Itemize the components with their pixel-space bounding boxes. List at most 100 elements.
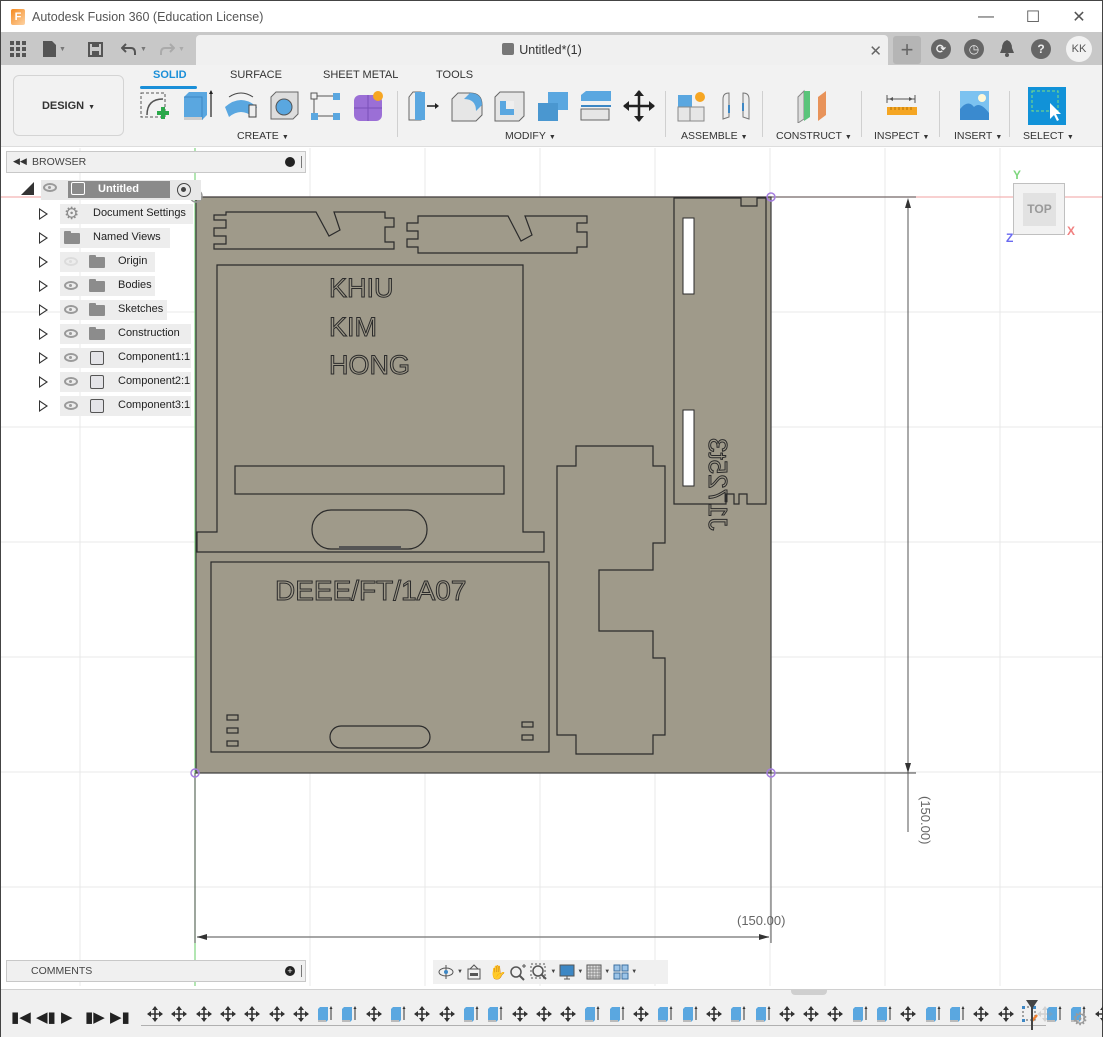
timeline-feature-move[interactable] — [971, 1004, 991, 1024]
timeline-feature-move[interactable] — [777, 1004, 797, 1024]
help-icon[interactable]: ? — [1031, 39, 1051, 59]
add-comment-icon[interactable]: + — [285, 966, 295, 976]
create-form-button[interactable] — [352, 89, 386, 123]
measure-button[interactable] — [885, 89, 919, 123]
assemble-menu[interactable]: ASSEMBLE ▼ — [681, 130, 748, 142]
visibility-eye-icon[interactable] — [64, 401, 78, 410]
construct-menu[interactable]: CONSTRUCT ▼ — [776, 130, 852, 142]
expand-triangle-icon[interactable] — [39, 256, 48, 268]
fit-button[interactable]: ▼ — [530, 962, 556, 982]
select-menu[interactable]: SELECT ▼ — [1023, 130, 1074, 142]
user-avatar[interactable]: KK — [1066, 36, 1092, 62]
minimize-panel-icon[interactable] — [285, 157, 295, 167]
job-status-clock-icon[interactable]: ◷ — [964, 39, 984, 59]
expand-triangle-icon[interactable] — [39, 400, 48, 412]
timeline-feature-extrude[interactable] — [485, 1004, 505, 1024]
save-button[interactable] — [88, 38, 103, 60]
timeline-feature-extrude[interactable] — [655, 1004, 675, 1024]
collapse-panel-icon[interactable]: ◀◀ — [13, 156, 27, 167]
fillet-button[interactable] — [450, 89, 484, 123]
timeline-feature-extrude[interactable] — [582, 1004, 602, 1024]
inspect-menu[interactable]: INSPECT ▼ — [874, 130, 929, 142]
visibility-eye-icon[interactable] — [64, 305, 78, 314]
timeline-settings-gear-icon[interactable]: ⚙ — [1072, 1009, 1088, 1030]
step-forward-button[interactable]: ▮▶ — [85, 1008, 105, 1026]
visibility-eye-icon[interactable] — [64, 281, 78, 290]
timeline-feature-extrude[interactable] — [607, 1004, 627, 1024]
timeline-playhead-marker[interactable] — [1026, 1000, 1038, 1030]
timeline-feature-move[interactable] — [242, 1004, 262, 1024]
horizontal-dimension-value[interactable]: (150.00) — [737, 913, 785, 928]
pattern-button[interactable] — [309, 89, 343, 123]
timeline-feature-move[interactable] — [169, 1004, 189, 1024]
timeline-feature-move[interactable] — [291, 1004, 311, 1024]
press-pull-button[interactable] — [407, 89, 441, 123]
visibility-eye-icon[interactable] — [43, 183, 57, 192]
display-settings-button[interactable]: ▼ — [559, 962, 583, 982]
visibility-eye-icon[interactable] — [64, 353, 78, 362]
create-sketch-button[interactable] — [139, 89, 173, 123]
expand-triangle-icon[interactable] — [39, 208, 48, 220]
minimize-button[interactable]: — — [963, 1, 1009, 32]
new-tab-plus-icon[interactable]: + — [893, 36, 921, 64]
timeline-feature-move[interactable] — [898, 1004, 918, 1024]
move-copy-button[interactable] — [622, 89, 656, 123]
timeline-resize-handle[interactable] — [791, 989, 827, 995]
undo-button[interactable]: ▼ — [121, 38, 147, 60]
timeline-feature-extrude[interactable] — [947, 1004, 967, 1024]
expand-triangle-icon[interactable] — [39, 352, 48, 364]
play-button[interactable]: ▶ — [61, 1008, 73, 1026]
timeline-feature-move[interactable] — [267, 1004, 287, 1024]
expand-triangle-icon[interactable] — [39, 280, 48, 292]
timeline-feature-move[interactable] — [631, 1004, 651, 1024]
step-back-button[interactable]: ◀▮ — [36, 1008, 56, 1026]
look-at-button[interactable] — [466, 962, 482, 982]
tab-sheet-metal[interactable]: SHEET METAL — [323, 69, 398, 81]
offset-plane-button[interactable] — [796, 89, 830, 124]
panel-grip-handle[interactable] — [301, 156, 302, 168]
timeline-feature-move[interactable] — [437, 1004, 457, 1024]
data-panel-grid-icon[interactable] — [10, 38, 26, 60]
timeline-feature-move[interactable] — [364, 1004, 384, 1024]
pan-button[interactable]: ✋ — [489, 962, 506, 982]
timeline-feature-move[interactable] — [558, 1004, 578, 1024]
timeline-feature-extrude[interactable] — [315, 1004, 335, 1024]
visibility-eye-icon[interactable] — [64, 329, 78, 338]
workspace-switcher[interactable]: DESIGN ▼ — [13, 75, 124, 136]
tab-surface[interactable]: SURFACE — [230, 69, 282, 81]
viewcube[interactable]: TOP — [1013, 183, 1065, 235]
timeline-feature-move[interactable] — [801, 1004, 821, 1024]
shell-button[interactable] — [493, 89, 527, 123]
notifications-bell-icon[interactable] — [999, 37, 1015, 59]
timeline-feature-extrude[interactable] — [728, 1004, 748, 1024]
joint-button[interactable] — [719, 89, 753, 123]
expand-triangle-icon[interactable] — [39, 328, 48, 340]
timeline-feature-move[interactable] — [510, 1004, 530, 1024]
zoom-button[interactable] — [509, 962, 527, 982]
collapse-triangle-icon[interactable] — [21, 182, 34, 195]
timeline-feature-move[interactable] — [1093, 1004, 1103, 1024]
visibility-eye-icon[interactable] — [64, 377, 78, 386]
insert-canvas-button[interactable] — [958, 89, 992, 123]
comments-panel-header[interactable]: COMMENTS + — [6, 960, 306, 982]
expand-triangle-icon[interactable] — [39, 376, 48, 388]
split-body-button[interactable] — [579, 89, 613, 123]
browser-panel-header[interactable]: ◀◀ BROWSER — [6, 151, 306, 173]
tab-tools[interactable]: TOOLS — [436, 69, 473, 81]
grid-settings-button[interactable]: ▼ — [586, 962, 610, 982]
viewports-button[interactable]: ▼ — [613, 962, 637, 982]
timeline-feature-extrude[interactable] — [850, 1004, 870, 1024]
timeline-feature-extrude[interactable] — [339, 1004, 359, 1024]
combine-button[interactable] — [536, 89, 570, 123]
timeline-feature-extrude[interactable] — [680, 1004, 700, 1024]
timeline-feature-move[interactable] — [825, 1004, 845, 1024]
timeline-feature-move[interactable] — [145, 1004, 165, 1024]
tab-solid[interactable]: SOLID — [153, 69, 187, 81]
go-to-end-button[interactable]: ▶▮ — [110, 1008, 130, 1026]
close-button[interactable]: ✕ — [1056, 1, 1102, 32]
expand-triangle-icon[interactable] — [39, 232, 48, 244]
viewcube-face-top[interactable]: TOP — [1023, 193, 1056, 226]
redo-button[interactable]: ▼ — [159, 38, 185, 60]
create-menu[interactable]: CREATE ▼ — [237, 130, 289, 142]
timeline-feature-extrude[interactable] — [753, 1004, 773, 1024]
